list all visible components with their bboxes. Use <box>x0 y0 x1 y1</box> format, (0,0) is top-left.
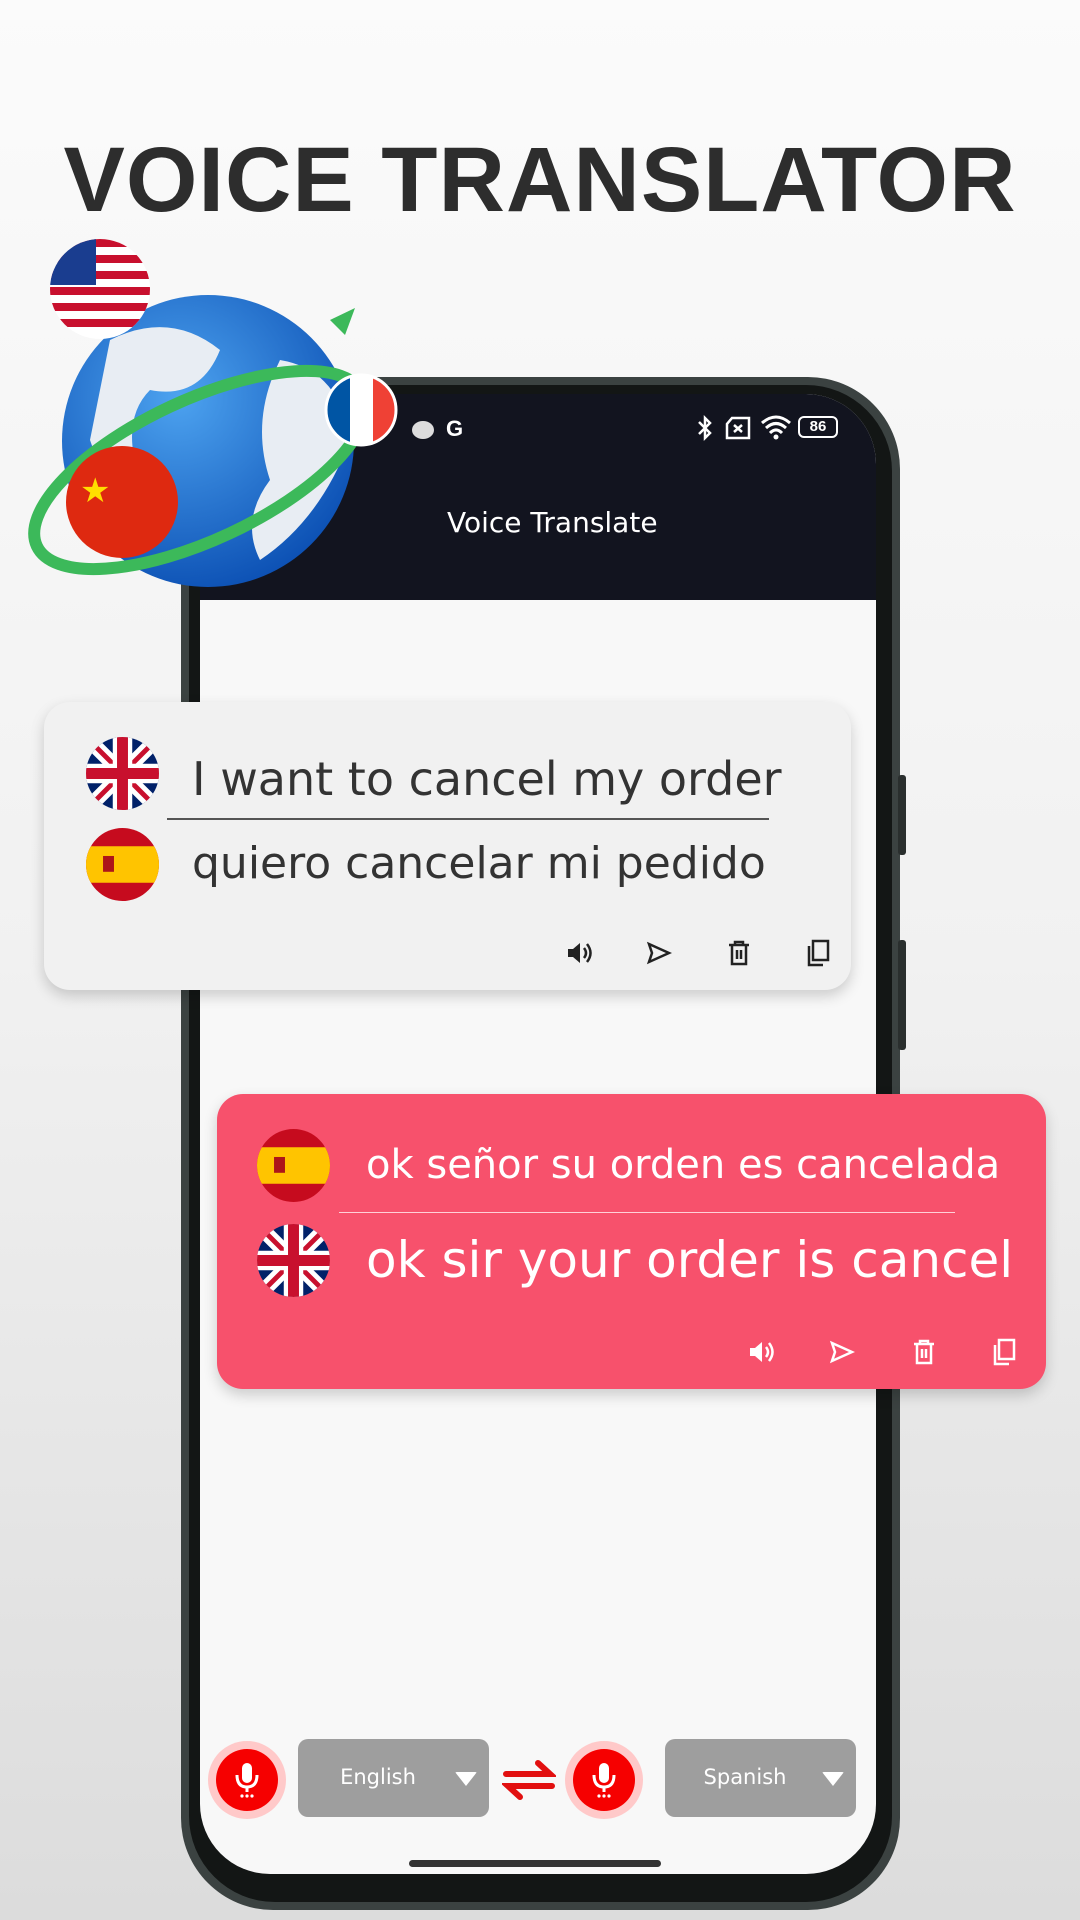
target-text: quiero cancelar mi pedido <box>192 838 766 889</box>
divider <box>167 818 769 820</box>
speaker-icon[interactable] <box>744 1334 780 1370</box>
target-language-label: Spanish <box>703 1765 787 1789</box>
target-text: ok sir your order is cancel <box>366 1231 1014 1289</box>
battery-icon: 86 <box>798 416 838 438</box>
app-title: Voice Translate <box>447 506 658 539</box>
phone-power-button <box>898 940 906 1050</box>
svg-text:★: ★ <box>80 471 110 511</box>
microphone-icon <box>235 1763 259 1798</box>
bluetooth-icon <box>698 414 712 442</box>
spain-flag-icon <box>86 828 159 901</box>
chevron-down-icon <box>822 1772 844 1786</box>
divider <box>339 1212 955 1213</box>
send-icon[interactable] <box>641 935 677 971</box>
trash-icon[interactable] <box>906 1334 942 1370</box>
home-indicator[interactable] <box>409 1860 661 1867</box>
wifi-icon <box>761 415 791 440</box>
outgoing-translation-card: I want to cancel my order quiero cancela… <box>44 702 851 990</box>
source-mic-button[interactable] <box>208 1741 286 1819</box>
target-mic-button[interactable] <box>565 1741 643 1819</box>
source-text: I want to cancel my order <box>192 752 782 806</box>
swap-languages-button[interactable] <box>502 1758 556 1802</box>
usa-flag <box>50 239 150 339</box>
source-language-dropdown[interactable]: English <box>298 1739 489 1817</box>
target-language-dropdown[interactable]: Spanish <box>665 1739 856 1817</box>
chevron-down-icon <box>455 1772 477 1786</box>
headline: VOICE TRANSLATOR <box>63 129 1017 231</box>
microphone-icon <box>592 1763 616 1798</box>
no-sim-icon <box>725 416 751 440</box>
uk-flag-icon <box>257 1224 330 1297</box>
uk-flag-icon <box>86 737 159 810</box>
china-flag: ★ <box>66 446 178 558</box>
copy-icon[interactable] <box>986 1334 1022 1370</box>
incoming-translation-card: ok señor su orden es cancelada ok sir yo… <box>217 1094 1046 1389</box>
speaker-icon[interactable] <box>562 935 598 971</box>
france-flag <box>324 373 398 447</box>
google-icon: G <box>446 416 464 441</box>
source-language-label: English <box>340 1765 416 1789</box>
phone-volume-button <box>898 775 906 855</box>
globe-illustration: ★ <box>28 239 398 587</box>
copy-icon[interactable] <box>800 935 836 971</box>
send-icon[interactable] <box>824 1334 860 1370</box>
source-text: ok señor su orden es cancelada <box>366 1142 1001 1188</box>
battery-level: 86 <box>809 418 827 435</box>
spain-flag-icon <box>257 1129 330 1202</box>
trash-icon[interactable] <box>721 935 757 971</box>
